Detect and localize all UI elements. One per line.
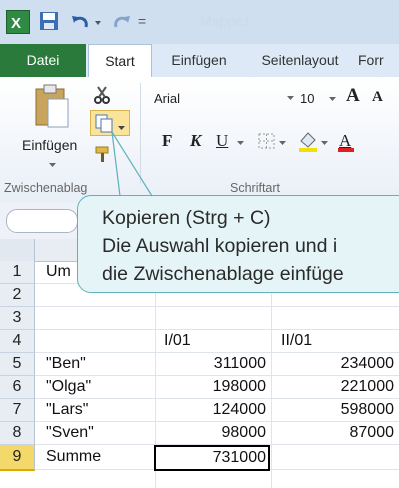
cell-value[interactable]: 124000 [156,401,266,419]
underline-dropdown-icon[interactable] [236,135,246,151]
font-size-dropdown-icon[interactable] [328,91,338,107]
bold-button[interactable]: F [162,131,172,151]
quick-access-toolbar: X = Mappe1 [0,0,399,44]
cell-name[interactable]: "Sven" [46,424,94,442]
grow-font-button[interactable]: A [346,85,360,107]
tooltip-line-1: Die Auswahl kopieren und i [102,235,338,257]
row-header[interactable]: 6 [0,376,35,399]
window-title: Mappe1 [200,13,251,29]
cut-icon[interactable] [92,85,112,105]
cell-value[interactable]: 311000 [156,355,266,373]
cell-value[interactable]: 234000 [272,355,394,373]
cell-value[interactable]: 198000 [156,378,266,396]
tooltip-title: Kopieren (Strg + C) [102,207,271,229]
row-header[interactable]: 7 [0,399,35,422]
gridline [35,306,399,307]
tab-start[interactable]: Start [88,44,152,78]
row-header[interactable]: 8 [0,422,35,445]
paste-dropdown-icon[interactable] [48,157,58,173]
gridline [35,421,399,422]
cell-header[interactable]: II/01 [281,332,312,350]
row-header[interactable]: 5 [0,353,35,376]
row-header[interactable]: 2 [0,284,35,307]
row-header-selected[interactable]: 9 [0,445,35,471]
font-name-select[interactable]: Arial [154,91,180,106]
cell-name[interactable]: "Ben" [46,355,86,373]
cell-value[interactable]: 598000 [272,401,394,419]
tab-formeln[interactable]: Forr [358,44,399,77]
select-all-corner[interactable] [0,239,35,262]
cell-name[interactable]: "Olga" [46,378,91,396]
undo-dropdown-icon[interactable] [94,10,104,32]
ribbon: Einfügen Arial 10 A A F K U A Zwischenab… [0,77,399,204]
font-group-label: Schriftart [230,181,281,195]
save-icon[interactable] [38,10,60,32]
cell-total-selected[interactable]: 731000 [154,445,270,471]
svg-text:A: A [339,131,352,150]
cell-a1[interactable]: Um [46,263,71,281]
gridline [35,375,399,376]
cell-total-label[interactable]: Summe [46,448,101,466]
redo-icon[interactable] [110,10,132,32]
cell-value[interactable]: 221000 [272,378,394,396]
gridline [35,329,399,330]
gridline [35,398,399,399]
borders-icon[interactable] [256,131,278,151]
gridline [35,352,399,353]
font-size-select[interactable]: 10 [300,91,314,106]
row-header[interactable]: 1 [0,261,35,284]
cell-value[interactable]: 98000 [156,424,267,442]
cell-header[interactable]: I/01 [164,332,191,350]
tooltip-pointer [111,131,153,197]
paste-icon[interactable] [32,83,72,133]
cell-name[interactable]: "Lars" [46,401,88,419]
copy-tooltip: Kopieren (Strg + C) Die Auswahl kopieren… [77,195,399,293]
name-box[interactable] [6,209,78,233]
row-header[interactable]: 4 [0,330,35,353]
font-name-dropdown-icon[interactable] [286,91,296,106]
underline-button[interactable]: U [216,131,228,151]
row-header[interactable]: 3 [0,307,35,330]
excel-logo-icon[interactable]: X [6,10,30,34]
tooltip-line-2: die Zwischenablage einfüge [102,263,344,285]
paste-button[interactable]: Einfügen [22,137,77,153]
shrink-font-button[interactable]: A [372,89,383,106]
italic-button[interactable]: K [190,131,201,151]
cell-value[interactable]: 87000 [272,424,395,442]
tab-seitenlayout[interactable]: Seitenlayout [250,44,350,77]
fill-color-dropdown-icon[interactable] [320,135,330,151]
undo-icon[interactable] [70,10,92,32]
clipboard-group-label: Zwischenablag [4,181,88,195]
borders-dropdown-icon[interactable] [278,135,288,151]
fill-color-icon[interactable] [296,129,320,153]
svg-text:X: X [11,15,21,32]
tab-einfuegen[interactable]: Einfügen [158,44,240,77]
font-color-icon[interactable]: A [336,129,356,153]
tooltip-text: Kopieren (Strg + C) Die Auswahl kopieren… [102,204,344,288]
qat-customize[interactable]: = [138,10,160,32]
tab-datei[interactable]: Datei [0,44,86,77]
ribbon-tabs: Datei Start Einfügen Seitenlayout Forr [0,44,399,78]
